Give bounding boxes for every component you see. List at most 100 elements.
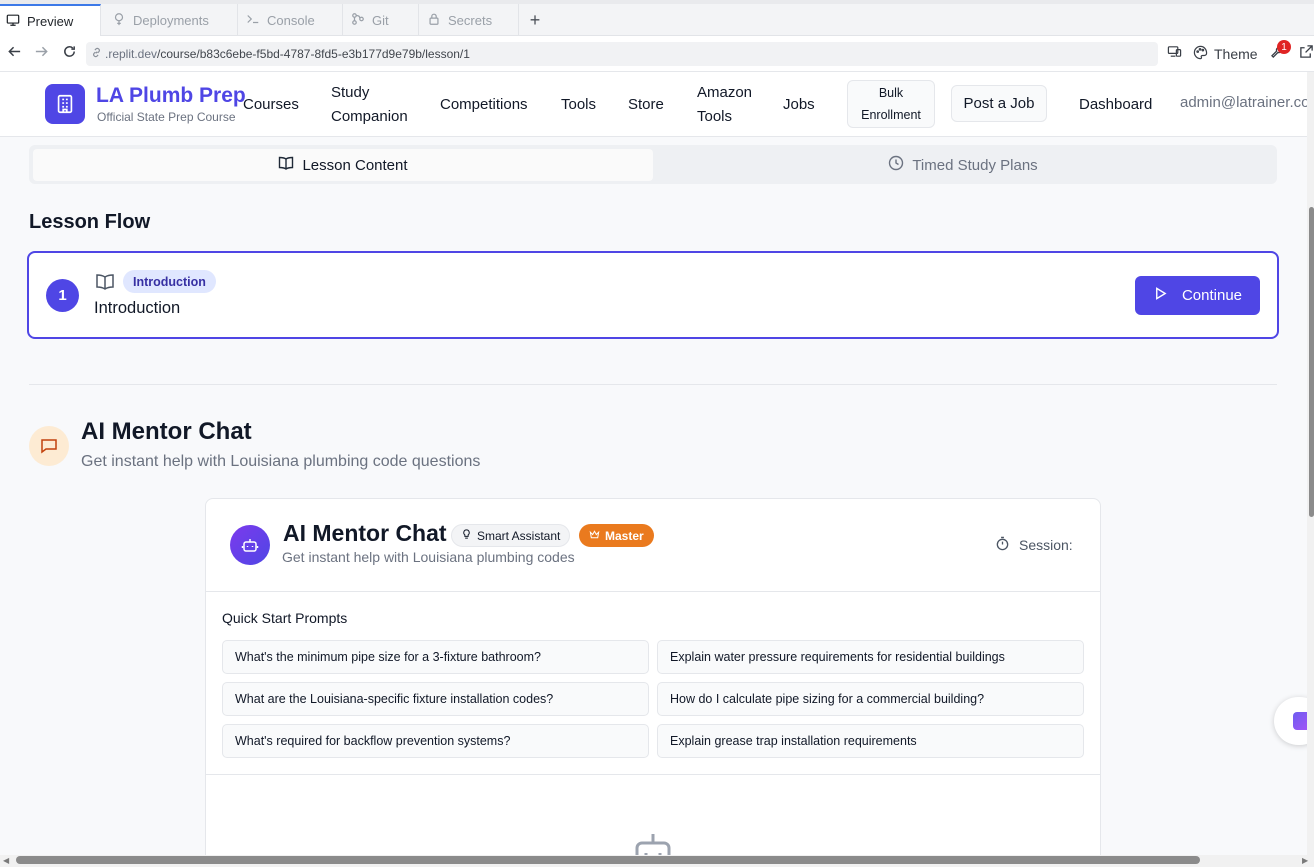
arrow-left-icon [7,44,22,64]
master-badge: Master [579,524,654,547]
tab-label: Deployments [133,12,209,28]
palette-icon [1193,45,1208,63]
tab-label: Preview [27,13,74,29]
url-bar: .replit.dev /course/b83c6ebe-f5bd-4787-8… [0,36,1314,72]
tab-lesson-content-label: Lesson Content [302,156,408,174]
play-icon [1153,286,1168,305]
workspace-tab-bar: Preview Deployments Console Git Secrets … [0,0,1314,36]
devices-icon [1167,44,1182,64]
reload-button[interactable] [59,44,79,64]
mentor-section-title: AI Mentor Chat [81,418,252,445]
lock-icon [427,12,441,29]
url-host: .replit.dev [105,47,158,61]
nav-study-line2: Companion [331,108,408,125]
nav-competitions[interactable]: Competitions [440,93,528,117]
url-path: /course/b83c6ebe-f5bd-4787-8fd5-e3b177d9… [157,47,470,61]
smart-assistant-badge: Smart Assistant [451,524,571,547]
continue-button[interactable]: Continue [1135,276,1260,315]
nav-amazon-tools[interactable]: Amazon Tools [697,81,752,129]
terminal-icon [246,12,260,29]
quick-start-label: Quick Start Prompts [222,610,348,626]
book-open-icon [95,272,115,292]
external-link-icon [1299,44,1314,64]
bulk-line2: Enrollment [861,108,921,122]
nav-courses[interactable]: Courses [243,93,299,117]
timer-icon [995,536,1010,554]
continue-label: Continue [1181,287,1243,304]
step-type-badge: Introduction [123,270,216,293]
nav-jobs[interactable]: Jobs [783,93,815,117]
quick-prompt-button[interactable]: What's required for backflow prevention … [222,724,649,758]
nav-study-line1: Study [331,84,370,101]
scroll-right-arrow-icon[interactable]: ▶ [1302,856,1308,865]
nav-amazon-line2: Tools [697,108,733,125]
nav-tools[interactable]: Tools [561,93,596,117]
lesson-flow-title: Lesson Flow [29,211,151,233]
devices-button[interactable] [1164,44,1184,64]
brand-subtitle: Official State Prep Course [97,110,236,124]
user-email[interactable]: admin@latrainer.co [1180,94,1309,111]
chat-title: AI Mentor Chat [283,520,447,546]
app-header: LA Plumb Prep Official State Prep Course… [0,72,1314,137]
link-icon [90,46,105,62]
git-icon [351,12,365,29]
session-label: Session: [1019,537,1073,553]
scroll-left-arrow-icon[interactable]: ◀ [3,856,9,865]
tab-console[interactable]: Console [238,4,343,36]
tab-label: Secrets [448,12,493,28]
deploy-icon [112,12,126,29]
url-field[interactable]: .replit.dev /course/b83c6ebe-f5bd-4787-8… [86,42,1158,66]
crown-icon [589,529,600,543]
section-divider [29,384,1277,385]
bulk-enrollment-button[interactable]: Bulk Enrollment [847,80,935,128]
vertical-scrollbar-thumb[interactable] [1309,207,1314,517]
tab-timed-study-plans[interactable]: Timed Study Plans [653,149,1273,181]
notification-badge: 1 [1277,40,1291,54]
theme-button[interactable]: Theme [1193,44,1258,64]
tab-git[interactable]: Git [343,4,419,36]
forward-button[interactable] [31,44,51,64]
quick-prompt-button[interactable]: How do I calculate pipe sizing for a com… [657,682,1084,716]
theme-label: Theme [1214,46,1258,62]
horizontal-scrollbar-thumb[interactable] [16,856,1200,864]
master-label: Master [605,528,644,543]
quick-prompt-button[interactable]: What are the Louisiana-specific fixture … [222,682,649,716]
quick-prompt-button[interactable]: Explain water pressure requirements for … [657,640,1084,674]
lesson-step-card[interactable]: 1 Introduction Introduction Continue [27,251,1279,339]
nav-study-companion[interactable]: Study Companion [331,81,408,129]
tab-deployments[interactable]: Deployments [102,4,238,36]
nav-amazon-line1: Amazon [697,84,753,101]
message-square-icon [29,426,69,466]
monitor-icon [6,13,20,30]
quick-prompt-button[interactable]: Explain grease trap installation require… [657,724,1084,758]
prompts-divider [206,774,1100,775]
tab-preview[interactable]: Preview [0,4,101,36]
brand-title[interactable]: LA Plumb Prep [96,84,246,108]
book-open-icon [278,155,294,175]
lightbulb-icon [461,528,472,543]
smart-assistant-label: Smart Assistant [477,528,561,543]
chat-header-divider [206,591,1100,592]
post-job-button[interactable]: Post a Job [951,85,1047,122]
plus-icon: + [529,9,541,30]
bulk-line1: Bulk [878,86,904,100]
session-timer: Session: [995,536,1073,554]
step-number: 1 [46,279,79,312]
new-tab-button[interactable]: + [525,8,545,32]
back-button[interactable] [4,44,24,64]
open-external-button[interactable] [1296,44,1314,64]
tab-label: Git [372,12,389,28]
bot-icon [230,525,270,565]
nav-dashboard[interactable]: Dashboard [1079,93,1152,117]
building-logo-icon[interactable] [45,84,85,124]
refresh-icon [62,44,77,64]
quick-prompt-button[interactable]: What's the minimum pipe size for a 3-fix… [222,640,649,674]
tab-secrets[interactable]: Secrets [419,4,519,36]
tab-lesson-content[interactable]: Lesson Content [33,149,653,181]
nav-store[interactable]: Store [628,93,664,117]
step-name: Introduction [94,299,181,317]
arrow-right-icon [34,44,49,64]
tab-label: Console [267,12,315,28]
clock-icon [888,155,904,175]
ai-mentor-chat-card: AI Mentor Chat Smart Assistant Master Ge… [205,498,1101,867]
